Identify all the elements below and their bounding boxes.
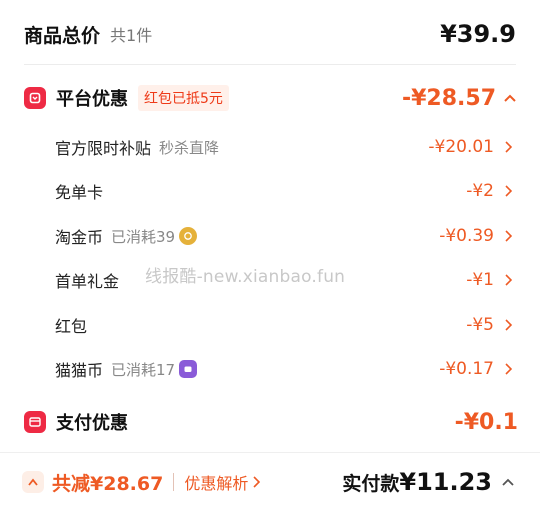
item-amount: -¥0.39 [439, 226, 494, 246]
payment-discount-amount: -¥0.1 [454, 409, 518, 435]
total-savings: 共减¥28.67 [52, 472, 164, 495]
item-amount: -¥0.17 [439, 359, 494, 379]
item-sub: 秒杀直降 [159, 138, 220, 157]
item-amount: -¥20.01 [428, 137, 494, 157]
item-sub: 已消耗17 [111, 360, 176, 379]
chevron-right-icon [502, 229, 514, 243]
item-label: 免单卡 [55, 183, 104, 202]
coin-icon [179, 227, 198, 245]
platform-discount-header[interactable]: 平台优惠 红包已抵5元 -¥28.57 [0, 78, 540, 118]
discount-analysis-link[interactable]: 优惠解析 [184, 470, 248, 494]
card-icon [24, 411, 46, 433]
payment-discount-title: 支付优惠 [56, 413, 128, 434]
pay-amount: ¥11.23 [399, 468, 492, 496]
divider [24, 64, 516, 65]
cat-coin-icon [179, 360, 198, 378]
item-label: 首单礼金 [55, 272, 120, 291]
chevron-right-icon [502, 318, 514, 332]
item-amount: -¥5 [466, 315, 494, 335]
chevron-right-icon [502, 273, 514, 287]
item-sub: 已消耗39 [111, 227, 176, 246]
item-amount: -¥2 [466, 181, 494, 201]
chevron-up-icon[interactable] [22, 471, 44, 493]
item-label: 淘金币 [55, 228, 104, 247]
footer-divider [0, 452, 540, 453]
red-packet-tag: 红包已抵5元 [138, 85, 229, 111]
total-label: 商品总价 [24, 24, 101, 47]
chevron-right-icon [502, 184, 514, 198]
item-count: 共1件 [110, 26, 153, 45]
discount-item-taojinbi[interactable]: 淘金币 已消耗39 -¥0.39 [0, 219, 540, 253]
item-label: 猫猫币 [55, 361, 104, 380]
pay-label: 实付款 [342, 472, 400, 495]
item-amount: -¥1 [466, 270, 494, 290]
item-label: 红包 [55, 317, 88, 336]
footer-bar: 共减¥28.67 优惠解析 实付款 ¥11.23 [0, 462, 540, 502]
item-label: 官方限时补贴 [55, 139, 152, 158]
red-envelope-icon [24, 87, 46, 109]
chevron-right-icon [252, 475, 264, 489]
total-row: 商品总价 共1件 ¥39.9 [0, 12, 540, 56]
platform-discount-amount: -¥28.57 [401, 85, 496, 111]
chevron-up-icon[interactable] [502, 90, 518, 106]
discount-item-red-packet[interactable]: 红包 -¥5 [0, 308, 540, 342]
payment-discount-header[interactable]: 支付优惠 -¥0.1 [0, 402, 540, 442]
chevron-up-icon[interactable] [500, 474, 516, 490]
chevron-right-icon [502, 140, 514, 154]
watermark: 线报酷-new.xianbao.fun [145, 267, 346, 287]
discount-item-free-card[interactable]: 免单卡 -¥2 [0, 174, 540, 208]
chevron-right-icon [502, 362, 514, 376]
discount-item-official-subsidy[interactable]: 官方限时补贴 秒杀直降 -¥20.01 [0, 130, 540, 164]
separator [173, 473, 175, 491]
total-amount: ¥39.9 [440, 20, 516, 48]
discount-item-maomaobi[interactable]: 猫猫币 已消耗17 -¥0.17 [0, 352, 540, 386]
platform-discount-title: 平台优惠 [56, 89, 128, 110]
